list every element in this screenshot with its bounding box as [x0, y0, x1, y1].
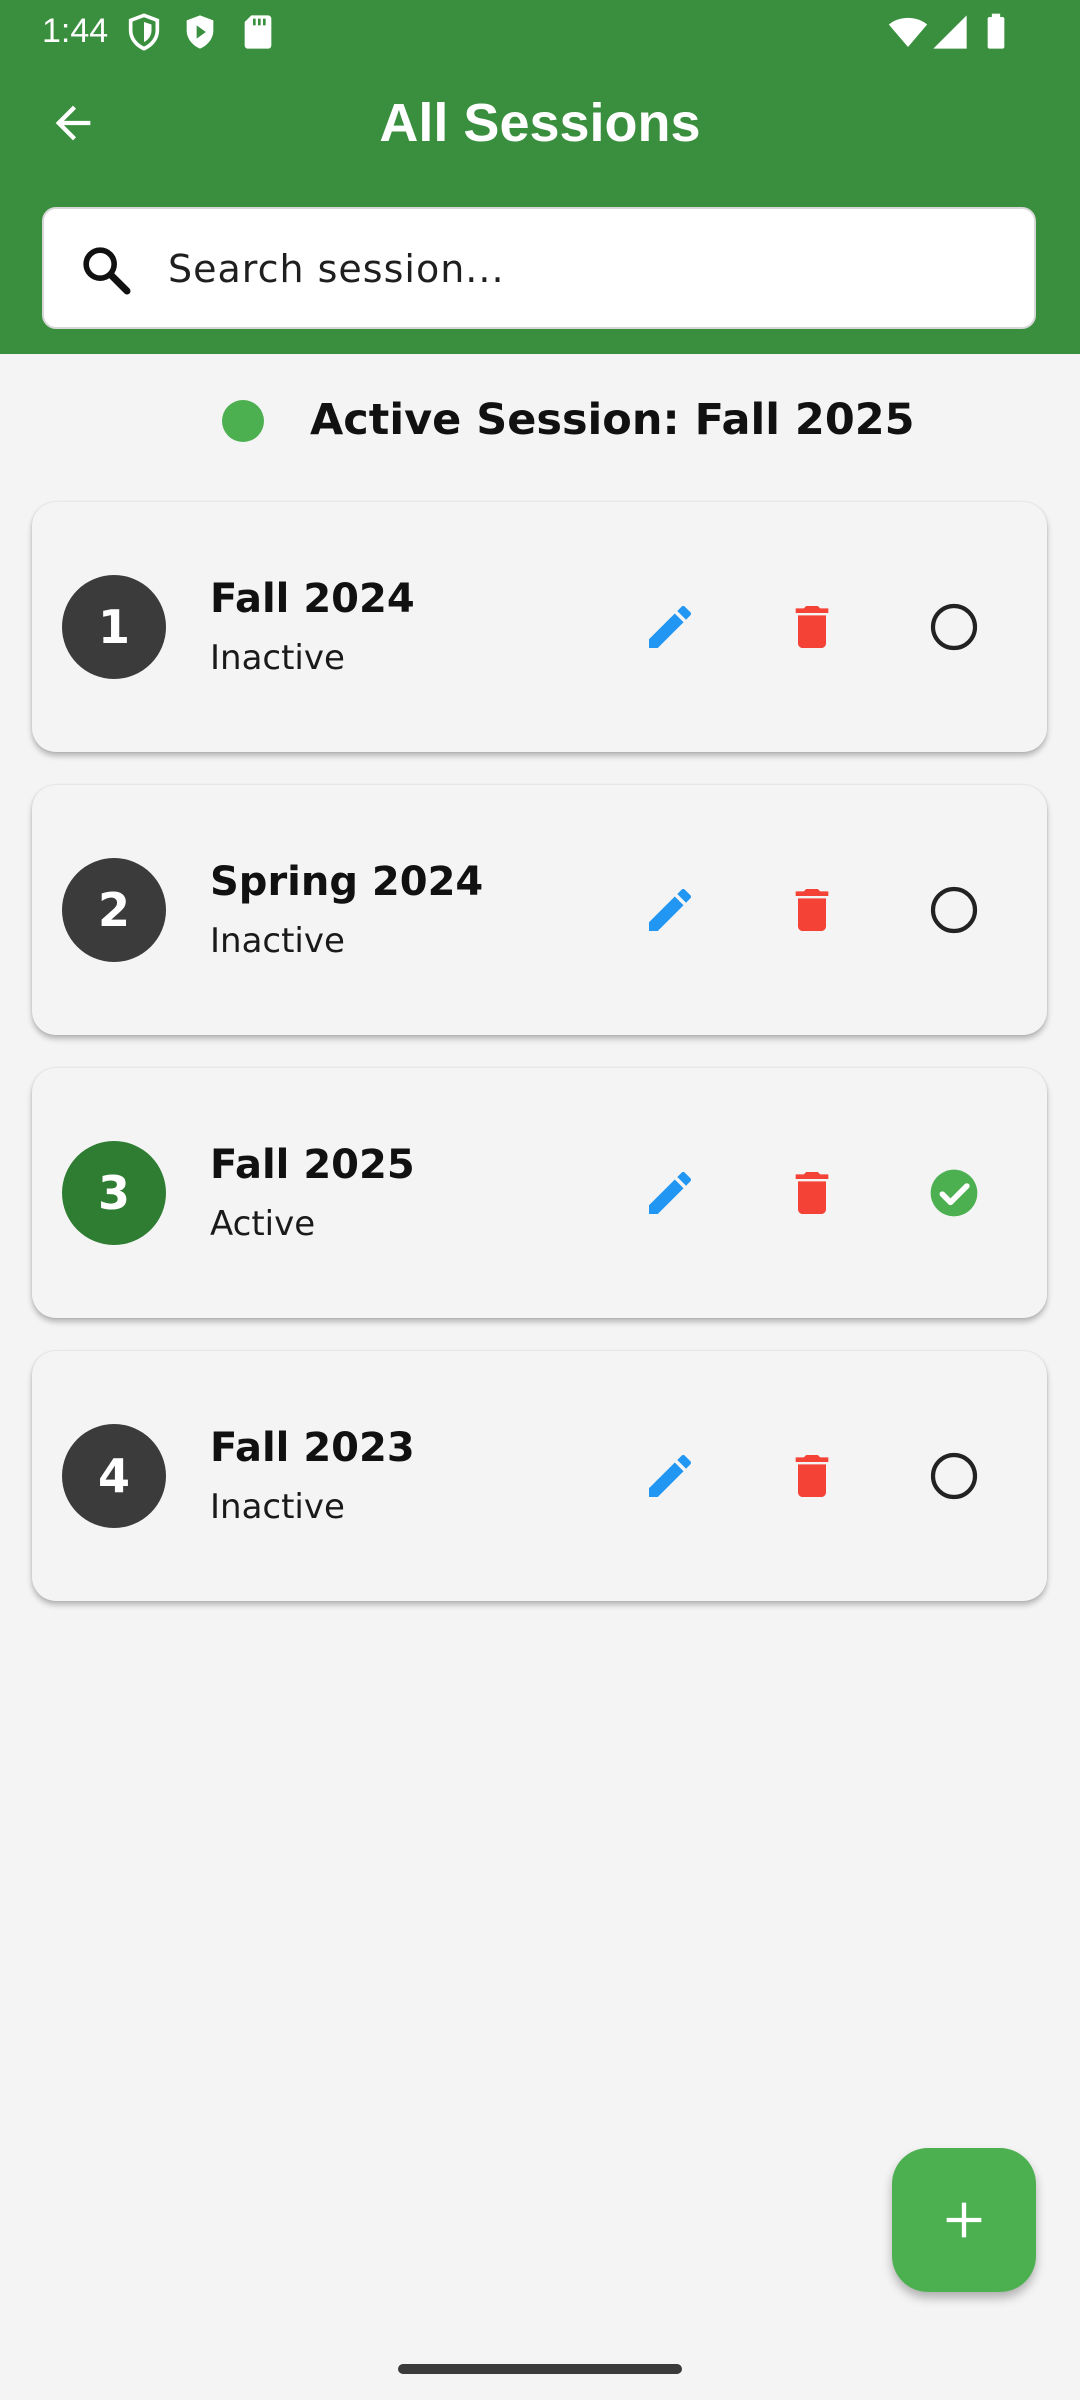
session-number-badge: 4: [62, 1424, 166, 1528]
active-status-dot: [222, 400, 264, 442]
delete-button[interactable]: [782, 1163, 842, 1223]
active-session-banner: Active Session: Fall 2025: [0, 380, 1080, 460]
add-icon: [946, 2202, 982, 2238]
select-radio[interactable]: [924, 1163, 984, 1223]
pencil-icon: [649, 889, 691, 931]
session-name: Fall 2025: [210, 1142, 415, 1188]
select-radio[interactable]: [924, 1446, 984, 1506]
signal-icon: [930, 12, 970, 52]
session-status: Inactive: [210, 638, 345, 678]
pencil-icon: [649, 1172, 691, 1214]
add-session-fab[interactable]: [892, 2148, 1036, 2292]
sd-card-icon: [238, 12, 278, 52]
pencil-icon: [649, 606, 691, 648]
trash-icon: [795, 889, 829, 931]
play-protect-icon: [180, 12, 220, 52]
radio-unchecked-icon: [930, 886, 978, 934]
delete-button[interactable]: [782, 880, 842, 940]
trash-icon: [795, 1172, 829, 1214]
select-radio[interactable]: [924, 597, 984, 657]
radio-unchecked-icon: [930, 603, 978, 651]
edit-button[interactable]: [640, 597, 700, 657]
session-number-badge: 2: [62, 858, 166, 962]
delete-button[interactable]: [782, 597, 842, 657]
session-number-badge: 3: [62, 1141, 166, 1245]
trash-icon: [795, 606, 829, 648]
select-radio[interactable]: [924, 880, 984, 940]
active-session-label: Active Session: Fall 2025: [310, 395, 915, 445]
app-header: 1:44 All Sessions: [0, 0, 1080, 354]
trash-icon: [795, 1455, 829, 1497]
search-input[interactable]: [168, 233, 1008, 305]
status-time: 1:44: [42, 12, 109, 50]
session-status: Inactive: [210, 921, 345, 961]
shield-icon: [124, 12, 164, 52]
check-circle-icon: [930, 1169, 978, 1217]
session-name: Fall 2024: [210, 576, 415, 622]
session-card[interactable]: 1 Fall 2024 Inactive: [32, 502, 1047, 752]
session-card[interactable]: 3 Fall 2025 Active: [32, 1068, 1047, 1318]
page-title: All Sessions: [379, 93, 701, 153]
home-indicator[interactable]: [398, 2364, 682, 2374]
session-status: Inactive: [210, 1487, 345, 1527]
edit-button[interactable]: [640, 1163, 700, 1223]
radio-unchecked-icon: [930, 1452, 978, 1500]
session-name: Spring 2024: [210, 859, 484, 905]
session-card[interactable]: 4 Fall 2023 Inactive: [32, 1351, 1047, 1601]
session-card[interactable]: 2 Spring 2024 Inactive: [32, 785, 1047, 1035]
pencil-icon: [649, 1455, 691, 1497]
session-status: Active: [210, 1204, 316, 1244]
search-bar[interactable]: [42, 207, 1036, 329]
status-bar: 1:44: [0, 0, 1080, 62]
battery-icon: [976, 12, 1016, 52]
search-icon: [78, 242, 134, 298]
session-number-badge: 1: [62, 575, 166, 679]
wifi-icon: [888, 12, 928, 52]
session-name: Fall 2023: [210, 1425, 415, 1471]
edit-button[interactable]: [640, 880, 700, 940]
delete-button[interactable]: [782, 1446, 842, 1506]
edit-button[interactable]: [640, 1446, 700, 1506]
